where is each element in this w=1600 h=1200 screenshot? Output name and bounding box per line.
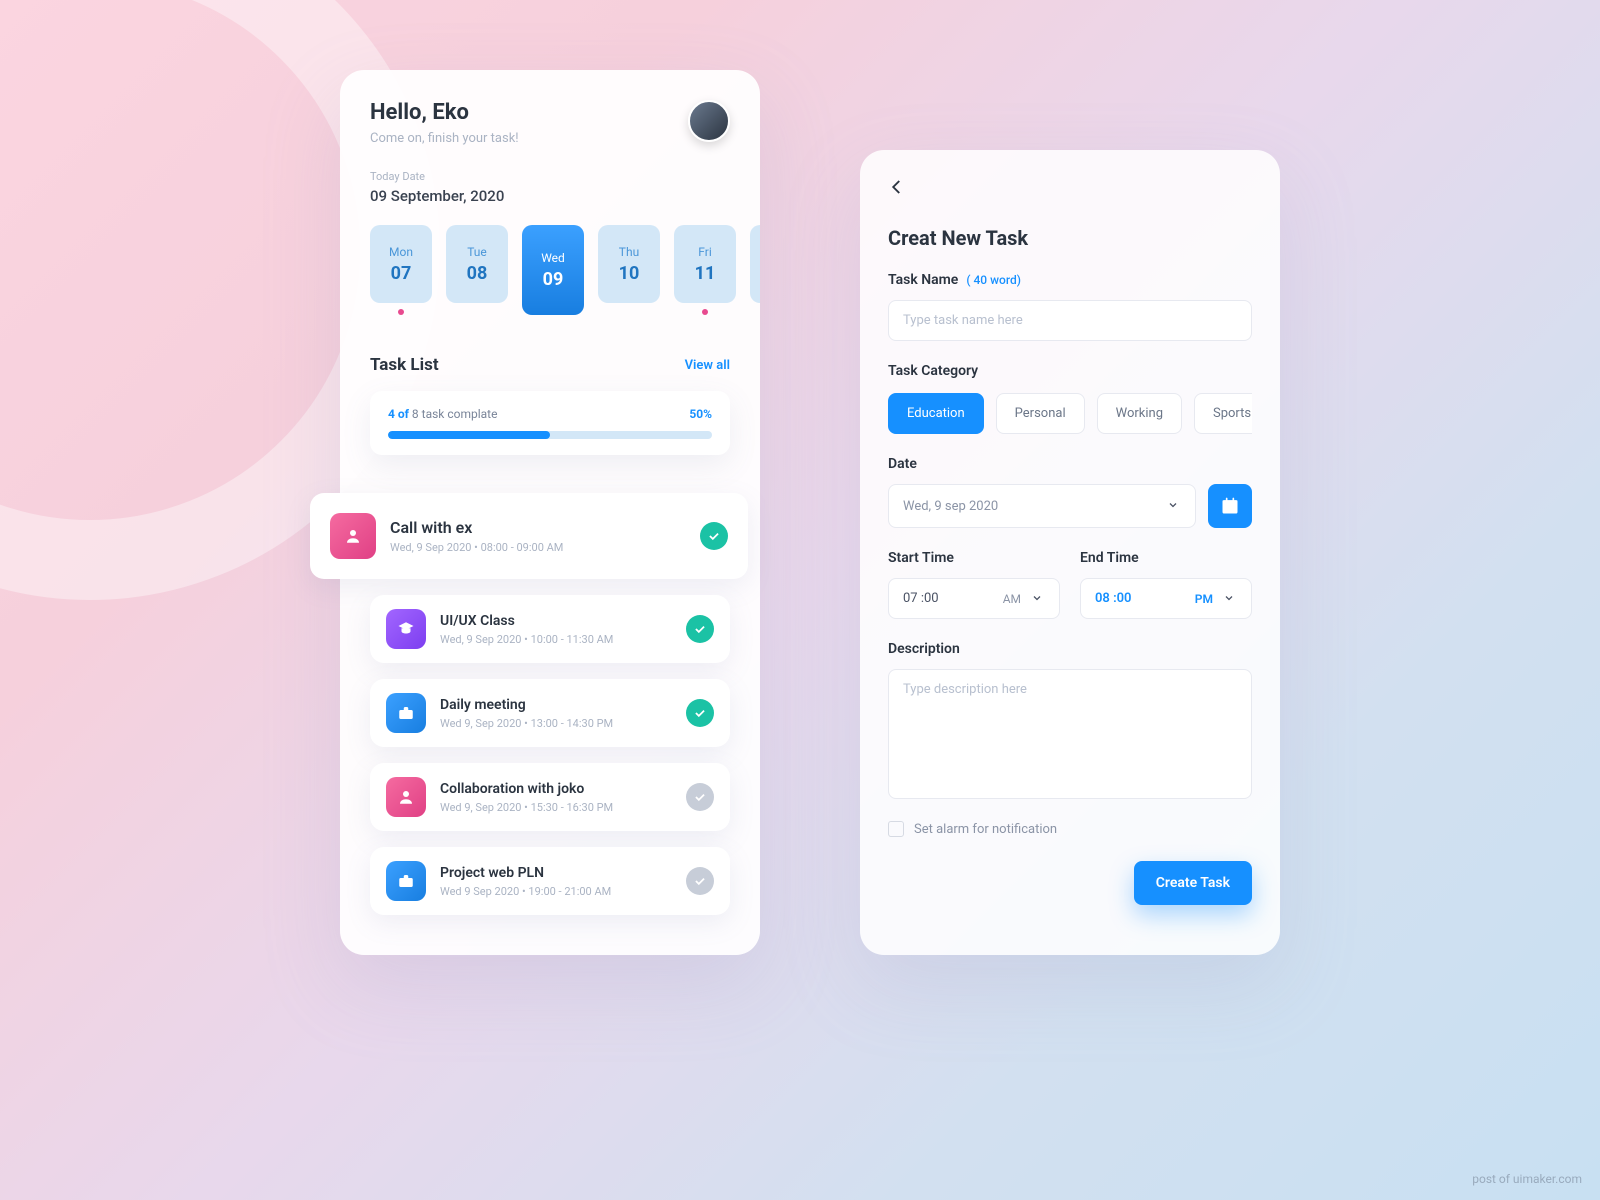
task-item[interactable]: UI/UX Class Wed, 9 Sep 2020 • 10:00 - 11:… [370,595,730,663]
today-date-label: Today Date [370,170,730,183]
task-item[interactable]: Call with ex Wed, 9 Sep 2020 • 08:00 - 09… [310,493,748,579]
tasklist-title: Task List [370,355,439,375]
task-check-icon[interactable] [686,783,714,811]
calendar-button[interactable] [1208,484,1252,528]
task-check-icon[interactable] [700,522,728,550]
event-dot-icon [702,309,708,315]
task-list: Call with ex Wed, 9 Sep 2020 • 08:00 - 09… [370,473,730,915]
task-item[interactable]: Project web PLN Wed 9 Sep 2020 • 19:00 - … [370,847,730,915]
category-sports[interactable]: Sports [1194,393,1252,434]
task-name-input[interactable] [888,300,1252,341]
date-value: Wed, 9 sep 2020 [903,499,998,514]
chevron-down-icon [1167,499,1181,513]
back-button[interactable] [888,178,912,202]
start-time-select[interactable]: 07 :00 AM [888,578,1060,619]
category-personal[interactable]: Personal [996,393,1085,434]
footer-credit: post of uimaker.com [1472,1172,1582,1186]
task-item[interactable]: Daily meeting Wed 9, Sep 2020 • 13:00 - 1… [370,679,730,747]
brief-icon [386,693,426,733]
task-item[interactable]: Collaboration with joko Wed 9, Sep 2020 •… [370,763,730,831]
calendar-icon [1220,496,1240,516]
day-mon[interactable]: Mon07 [370,225,432,303]
end-time-label: End Time [1080,550,1252,566]
task-check-icon[interactable] [686,867,714,895]
task-title: Collaboration with joko [440,781,672,797]
date-select[interactable]: Wed, 9 sep 2020 [888,484,1196,528]
task-title: Project web PLN [440,865,672,881]
greeting-subtitle: Come on, finish your task! [370,131,519,146]
category-label: Task Category [888,363,1252,379]
start-time-label: Start Time [888,550,1060,566]
view-all-link[interactable]: View all [685,358,730,373]
event-dot-icon [398,309,404,315]
task-check-icon[interactable] [686,615,714,643]
task-meta: Wed 9 Sep 2020 • 19:00 - 21:00 AM [440,885,672,898]
brief-icon [386,861,426,901]
task-title: UI/UX Class [440,613,672,629]
grad-icon [386,609,426,649]
task-meta: Wed, 9 Sep 2020 • 08:00 - 09:00 AM [390,541,686,554]
alarm-label: Set alarm for notification [914,822,1057,837]
day-wed[interactable]: Wed09 [522,225,584,315]
alarm-checkbox[interactable] [888,821,904,837]
task-check-icon[interactable] [686,699,714,727]
chevron-down-icon [1223,592,1237,606]
create-task-button[interactable]: Create Task [1134,861,1252,905]
person-icon [330,513,376,559]
day-tue[interactable]: Tue08 [446,225,508,303]
person-icon [386,777,426,817]
page-title: Creat New Task [888,226,1252,250]
description-input[interactable] [888,669,1252,799]
description-label: Description [888,641,1252,657]
end-time-select[interactable]: 08 :00 PM [1080,578,1252,619]
task-title: Call with ex [390,518,686,537]
avatar[interactable] [688,100,730,142]
dashboard-panel: Hello, Eko Come on, finish your task! To… [340,70,760,955]
greeting-title: Hello, Eko [370,100,519,125]
category-working[interactable]: Working [1097,393,1182,434]
progress-percent: 50% [689,407,712,421]
create-task-panel: Creat New Task Task Name ( 40 word) Task… [860,150,1280,955]
today-date-value: 09 September, 2020 [370,187,730,205]
chevron-down-icon [1031,592,1045,606]
day-selector: Mon07Tue08Wed09Thu10Fri11 Sat12 [340,225,760,315]
progress-card: 4 of 8 task complate 50% [370,391,730,455]
progress-text: 4 of 8 task complate [388,407,497,421]
chevron-left-icon [888,178,906,196]
day-fri[interactable]: Fri11 [674,225,736,303]
category-row: Education Personal Working Sports [888,393,1252,434]
task-meta: Wed 9, Sep 2020 • 15:30 - 16:30 PM [440,801,672,814]
task-meta: Wed 9, Sep 2020 • 13:00 - 14:30 PM [440,717,672,730]
progress-bar [388,431,712,439]
day-thu[interactable]: Thu10 [598,225,660,303]
task-meta: Wed, 9 Sep 2020 • 10:00 - 11:30 AM [440,633,672,646]
task-title: Daily meeting [440,697,672,713]
day-sat[interactable]: Sat12 [750,225,760,303]
date-label: Date [888,456,1252,472]
task-name-label: Task Name ( 40 word) [888,272,1252,288]
category-education[interactable]: Education [888,393,984,434]
